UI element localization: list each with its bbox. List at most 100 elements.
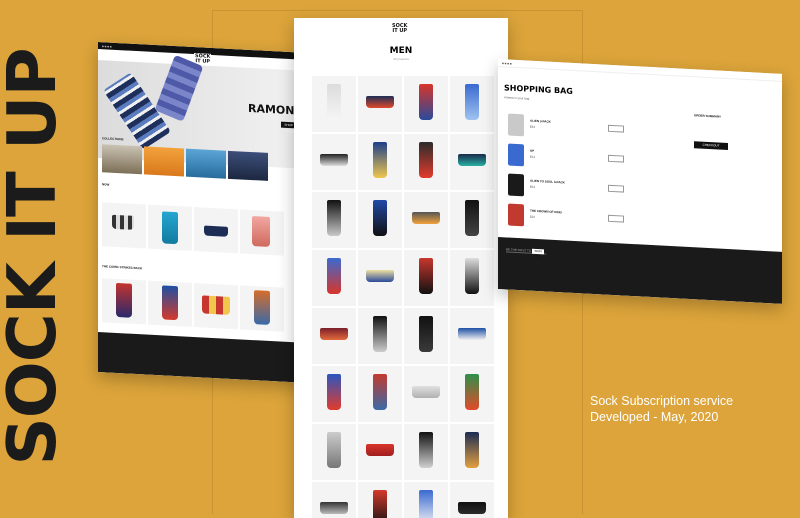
product-card[interactable] [148, 204, 192, 251]
sock-image [465, 84, 479, 120]
product-card[interactable] [358, 192, 402, 248]
product-card[interactable] [240, 209, 284, 256]
product-card[interactable] [194, 283, 238, 330]
sock-image [162, 211, 178, 245]
summary-title: ORDER SUMMARY [694, 113, 722, 119]
quantity-stepper[interactable] [608, 184, 624, 193]
men-logo: SOCK IT UP [392, 24, 407, 34]
sock-image [366, 270, 394, 282]
bag-item-name: THE CROWN OF KING [530, 208, 562, 215]
hero-sock-image [154, 54, 204, 122]
product-card[interactable] [194, 207, 238, 254]
product-card[interactable] [358, 366, 402, 422]
product-card[interactable] [404, 76, 448, 132]
sock-image [419, 258, 433, 294]
men-product-grid [312, 76, 502, 518]
caption-line-1: Sock Subscription service [590, 394, 734, 408]
product-card[interactable] [102, 278, 146, 325]
nav-links: ■ ■ ■ ■ [502, 60, 512, 66]
sock-image [419, 84, 433, 120]
product-card[interactable] [312, 308, 356, 364]
shopping-bag-mockup: ■ ■ ■ ■ SHOPPING BAG 4 items in your bag… [498, 59, 782, 304]
product-card[interactable] [404, 482, 448, 518]
product-card[interactable] [312, 134, 356, 190]
product-card[interactable] [404, 424, 448, 480]
bg-guide-line [212, 10, 582, 11]
sock-image [320, 502, 348, 514]
product-card[interactable] [358, 424, 402, 480]
sock-image [327, 374, 341, 410]
trending-products [102, 202, 302, 268]
nav-links: ■ ■ ■ ■ [102, 43, 112, 49]
collection-tile[interactable] [228, 150, 268, 181]
sock-image [465, 432, 479, 468]
trending-title: NOW [102, 182, 110, 187]
product-card[interactable] [312, 482, 356, 518]
product-card[interactable] [450, 424, 494, 480]
product-card[interactable] [450, 192, 494, 248]
collection-tile[interactable] [102, 144, 142, 175]
product-card[interactable] [148, 280, 192, 327]
quantity-stepper[interactable] [608, 214, 624, 223]
product-card[interactable] [404, 366, 448, 422]
quantity-stepper[interactable] [608, 154, 624, 163]
product-card[interactable] [404, 250, 448, 306]
product-card[interactable] [404, 134, 448, 190]
product-card[interactable] [312, 192, 356, 248]
home-page-mockup: ■ ■ ■ ■ SOCK IT UP RAMONES SHOP THE COLL… [98, 42, 306, 383]
bag-item-name: UP [530, 148, 535, 153]
sock-image [373, 200, 387, 236]
product-card[interactable] [450, 308, 494, 364]
collection-tile[interactable] [144, 146, 184, 177]
product-card[interactable] [358, 76, 402, 132]
bag-item-image [508, 143, 524, 167]
newsletter-button[interactable]: SIGN UP [532, 248, 544, 258]
product-card[interactable] [404, 308, 448, 364]
sock-image [116, 282, 132, 318]
sock-image [465, 258, 479, 294]
sock-image [419, 316, 433, 352]
product-card[interactable] [404, 192, 448, 248]
product-card[interactable] [450, 134, 494, 190]
sock-image [327, 258, 341, 294]
sock-image [162, 285, 178, 321]
comics-products [102, 278, 302, 338]
product-card[interactable] [358, 250, 402, 306]
bag-item-price: $16 [530, 214, 536, 219]
sock-image [373, 316, 387, 352]
product-card[interactable] [450, 482, 494, 518]
sock-image [204, 225, 228, 237]
sock-image [373, 374, 387, 410]
bag-line-item: ALIEN 3-PACK $34 [508, 112, 658, 146]
bag-subtitle: 4 items in your bag [504, 95, 530, 101]
bag-footer: BE THE FIRST TO KNOW SIGN UP [498, 237, 782, 304]
product-card[interactable] [358, 308, 402, 364]
product-card[interactable] [358, 134, 402, 190]
bag-line-item: ALIEN TO SOUL 3-PACK $34 [508, 172, 658, 206]
men-title: MEN [389, 46, 413, 56]
product-card[interactable] [358, 482, 402, 518]
product-card[interactable] [312, 76, 356, 132]
brand-title: SOCK IT UP [0, 48, 71, 466]
bag-item-price: $14 [530, 154, 536, 159]
men-subtitle: 40 products [393, 57, 409, 61]
product-card[interactable] [312, 250, 356, 306]
product-card[interactable] [102, 202, 146, 249]
sock-image [252, 216, 270, 248]
product-card[interactable] [240, 285, 284, 332]
collection-tile[interactable] [186, 148, 226, 179]
project-caption: Sock Subscription service Developed - Ma… [590, 393, 733, 425]
sock-image [112, 214, 134, 230]
comics-title: THE COMIC STRIKES BACK [102, 264, 143, 271]
checkout-button[interactable]: CHECKOUT [694, 141, 728, 151]
product-card[interactable] [450, 250, 494, 306]
product-card[interactable] [312, 366, 356, 422]
product-card[interactable] [450, 76, 494, 132]
sock-image [254, 290, 270, 326]
quantity-stepper[interactable] [608, 124, 624, 133]
sock-image [412, 212, 440, 224]
men-page-mockup: SOCK IT UP MEN 40 products [294, 18, 508, 518]
product-card[interactable] [450, 366, 494, 422]
product-card[interactable] [312, 424, 356, 480]
bag-item-price: $34 [530, 124, 536, 129]
